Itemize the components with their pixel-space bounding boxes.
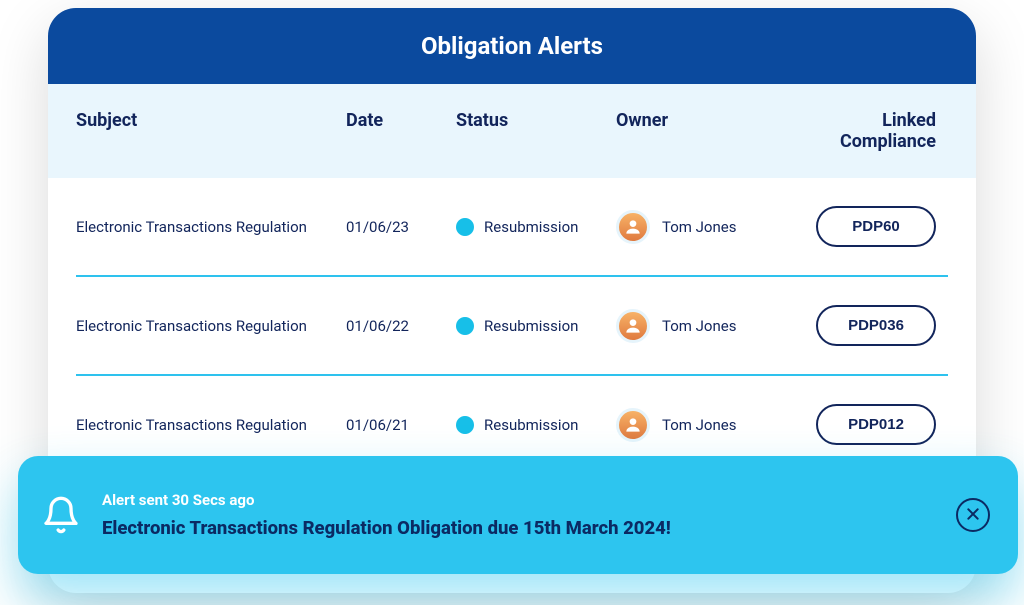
owner-name: Tom Jones: [662, 317, 736, 335]
card-title: Obligation Alerts: [48, 8, 976, 84]
close-button[interactable]: [956, 498, 990, 532]
cell-subject: Electronic Transactions Regulation: [76, 218, 346, 236]
status-dot-icon: [456, 416, 474, 434]
close-icon: [965, 506, 981, 525]
status-label: Resubmission: [484, 416, 578, 434]
cell-linked: PDP036: [796, 305, 948, 346]
cell-date: 01/06/23: [346, 218, 456, 236]
status-dot-icon: [456, 317, 474, 335]
cell-linked: PDP60: [796, 206, 948, 247]
banner-sent-label: Alert sent 30 Secs ago: [102, 491, 956, 509]
cell-subject: Electronic Transactions Regulation: [76, 317, 346, 335]
linked-compliance-button[interactable]: PDP036: [816, 305, 936, 346]
col-header-date: Date: [346, 110, 456, 152]
table-row[interactable]: Electronic Transactions Regulation 01/06…: [76, 277, 948, 376]
col-header-linked: Linked Compliance: [796, 110, 948, 152]
column-headers: Subject Date Status Owner Linked Complia…: [48, 84, 976, 178]
cell-status: Resubmission: [456, 218, 616, 236]
status-label: Resubmission: [484, 317, 578, 335]
cell-subject: Electronic Transactions Regulation: [76, 416, 346, 434]
cell-linked: PDP012: [796, 404, 948, 445]
cell-owner: Tom Jones: [616, 408, 796, 442]
cell-status: Resubmission: [456, 317, 616, 335]
cell-owner: Tom Jones: [616, 309, 796, 343]
cell-date: 01/06/21: [346, 416, 456, 434]
bell-icon: [38, 492, 84, 538]
table-row[interactable]: Electronic Transactions Regulation 01/06…: [76, 178, 948, 277]
avatar: [616, 408, 650, 442]
linked-compliance-button[interactable]: PDP60: [816, 206, 936, 247]
status-dot-icon: [456, 218, 474, 236]
banner-message: Electronic Transactions Regulation Oblig…: [102, 517, 956, 539]
owner-name: Tom Jones: [662, 416, 736, 434]
cell-owner: Tom Jones: [616, 210, 796, 244]
cell-status: Resubmission: [456, 416, 616, 434]
col-header-subject: Subject: [76, 110, 346, 152]
avatar: [616, 210, 650, 244]
owner-name: Tom Jones: [662, 218, 736, 236]
cell-date: 01/06/22: [346, 317, 456, 335]
col-header-status: Status: [456, 110, 616, 152]
avatar: [616, 309, 650, 343]
col-header-owner: Owner: [616, 110, 796, 152]
status-label: Resubmission: [484, 218, 578, 236]
banner-texts: Alert sent 30 Secs ago Electronic Transa…: [102, 491, 956, 539]
linked-compliance-button[interactable]: PDP012: [816, 404, 936, 445]
alert-banner: Alert sent 30 Secs ago Electronic Transa…: [18, 456, 1018, 574]
